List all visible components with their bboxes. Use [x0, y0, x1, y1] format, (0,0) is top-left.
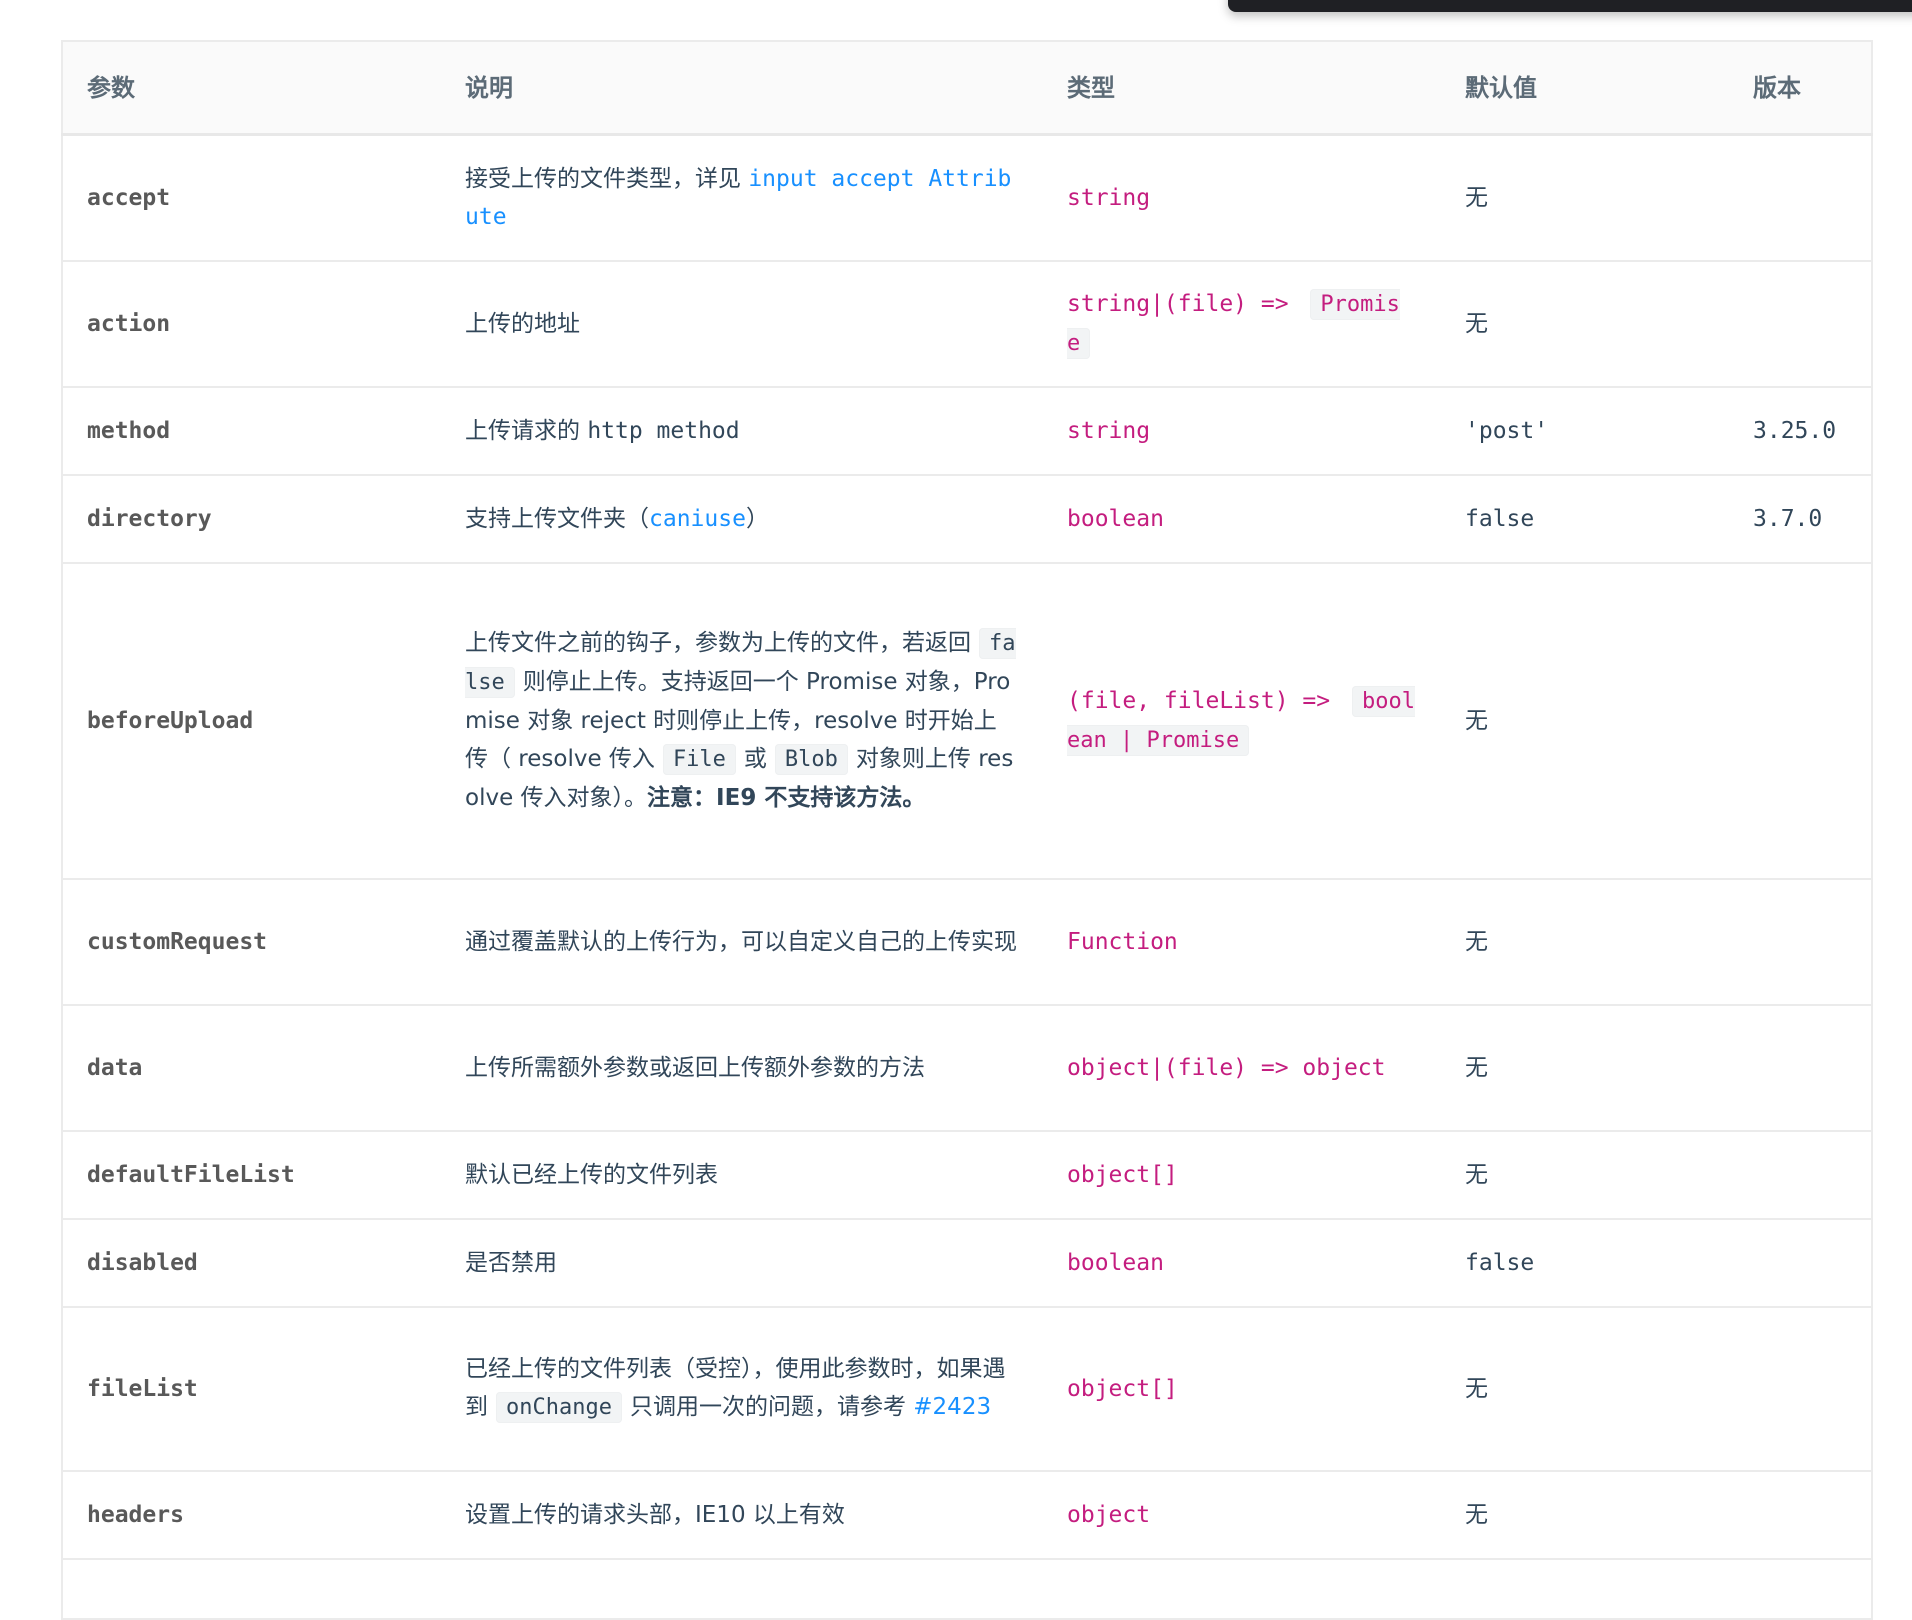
param-default: 'post' — [1441, 386, 1729, 476]
param-name: accept — [62, 134, 441, 262]
param-type: object[] — [1043, 1130, 1441, 1220]
param-description: 已经上传的文件列表（受控），使用此参数时，如果遇到 onChange 只调用一次的问… — [441, 1306, 1043, 1472]
inline-code: onChange — [496, 1392, 622, 1423]
inline-code: Blob — [774, 744, 848, 775]
caniuse-link[interactable]: caniuse — [649, 506, 746, 532]
param-version — [1729, 1306, 1872, 1472]
param-description: 设置上传的请求头部，IE10 以上有效 — [441, 1470, 1043, 1560]
param-version — [1729, 878, 1872, 1006]
param-type: (file, fileList) => boolean | Promise — [1043, 562, 1441, 880]
param-description: 上传的地址 — [441, 260, 1043, 388]
param-default: 无 — [1441, 1470, 1729, 1560]
table-row: method 上传请求的 http method string 'post' 3… — [62, 386, 1872, 476]
param-description: 通过覆盖默认的上传行为，可以自定义自己的上传实现 — [441, 878, 1043, 1006]
table-row: headers 设置上传的请求头部，IE10 以上有效 object 无 — [62, 1470, 1872, 1560]
param-description: 支持上传文件夹（caniuse） — [441, 474, 1043, 564]
param-type: string|(file) => Promise — [1043, 260, 1441, 388]
table-row: data 上传所需额外参数或返回上传额外参数的方法 object|(file) … — [62, 1004, 1872, 1132]
description-text: 上传文件之前的钩子，参数为上传的文件，若返回 — [465, 630, 971, 656]
param-default: 无 — [1441, 1004, 1729, 1132]
description-text: 只调用一次的问题，请参考 — [629, 1394, 914, 1420]
param-name: data — [62, 1004, 441, 1132]
param-default: false — [1441, 1218, 1729, 1308]
type-text: (file, fileList) => — [1067, 687, 1344, 714]
param-type: object|(file) => object — [1043, 1004, 1441, 1132]
param-name: defaultFileList — [62, 1130, 441, 1220]
param-default: 无 — [1441, 878, 1729, 1006]
param-version — [1729, 1218, 1872, 1308]
description-after: ） — [745, 505, 769, 532]
param-version — [1729, 562, 1872, 880]
param-type: string — [1043, 386, 1441, 476]
param-name: fileList — [62, 1306, 441, 1472]
param-description: 接受上传的文件类型，详见 input accept Attribute — [441, 134, 1043, 262]
description-text: 支持上传文件夹（ — [465, 505, 649, 532]
table-row: defaultFileList 默认已经上传的文件列表 object[] 无 — [62, 1130, 1872, 1220]
table-row: accept 接受上传的文件类型，详见 input accept Attribu… — [62, 134, 1872, 262]
table-row-partial — [62, 1558, 1872, 1620]
param-name: action — [62, 260, 441, 388]
param-description: 上传所需额外参数或返回上传额外参数的方法 — [441, 1004, 1043, 1132]
param-version — [1729, 1130, 1872, 1220]
issue-2423-link[interactable]: #2423 — [913, 1394, 991, 1420]
param-default: 无 — [1441, 134, 1729, 262]
param-version: 3.7.0 — [1729, 474, 1872, 564]
param-type: object[] — [1043, 1306, 1441, 1472]
param-type: boolean — [1043, 1218, 1441, 1308]
param-version — [1729, 1470, 1872, 1560]
param-default: 无 — [1441, 562, 1729, 880]
param-description: 上传请求的 http method — [441, 386, 1043, 476]
header-description: 说明 — [441, 41, 1043, 136]
param-name: customRequest — [62, 878, 441, 1006]
overlay-toolbar — [1228, 0, 1912, 12]
description-text: 接受上传的文件类型，详见 — [465, 165, 749, 192]
description-mono: http method — [587, 417, 740, 444]
header-default: 默认值 — [1441, 41, 1729, 136]
param-description: 是否禁用 — [441, 1218, 1043, 1308]
description-text: 上传请求的 — [465, 417, 588, 444]
param-name: headers — [62, 1470, 441, 1560]
type-text: string|(file) => — [1067, 290, 1303, 317]
table-row: disabled 是否禁用 boolean false — [62, 1218, 1872, 1308]
param-default: 无 — [1441, 1130, 1729, 1220]
table-row: action 上传的地址 string|(file) => Promise 无 — [62, 260, 1872, 388]
table-row: beforeUpload 上传文件之前的钩子，参数为上传的文件，若返回 false… — [62, 562, 1872, 880]
table-row: customRequest 通过覆盖默认的上传行为，可以自定义自己的上传实现 F… — [62, 878, 1872, 1006]
header-param: 参数 — [62, 41, 441, 136]
param-description: 上传文件之前的钩子，参数为上传的文件，若返回 false 则停止上传。支持返回一个 … — [441, 562, 1043, 880]
header-type: 类型 — [1043, 41, 1441, 136]
param-description: 默认已经上传的文件列表 — [441, 1130, 1043, 1220]
param-type: boolean — [1043, 474, 1441, 564]
param-version — [1729, 1004, 1872, 1132]
param-version: 3.25.0 — [1729, 386, 1872, 476]
param-name: directory — [62, 474, 441, 564]
param-version — [1729, 134, 1872, 262]
param-default: 无 — [1441, 1306, 1729, 1472]
param-default: 无 — [1441, 260, 1729, 388]
api-props-table: 参数 说明 类型 默认值 版本 accept 接受上传的文件类型，详见 inpu… — [61, 40, 1873, 1620]
param-name: method — [62, 386, 441, 476]
param-type: Function — [1043, 878, 1441, 1006]
param-name: beforeUpload — [62, 562, 441, 880]
param-default: false — [1441, 474, 1729, 564]
param-type: object — [1043, 1470, 1441, 1560]
param-name: disabled — [62, 1218, 441, 1308]
table-row: fileList 已经上传的文件列表（受控），使用此参数时，如果遇到 onChan… — [62, 1306, 1872, 1472]
header-version: 版本 — [1729, 41, 1872, 136]
inline-code: File — [662, 744, 736, 775]
description-note: 注意：IE9 不支持该方法。 — [647, 785, 926, 811]
description-text: 或 — [743, 746, 767, 772]
param-version — [1729, 260, 1872, 388]
table-header: 参数 说明 类型 默认值 版本 — [62, 41, 1872, 136]
param-type: string — [1043, 134, 1441, 262]
table-row: directory 支持上传文件夹（caniuse） boolean false… — [62, 474, 1872, 564]
